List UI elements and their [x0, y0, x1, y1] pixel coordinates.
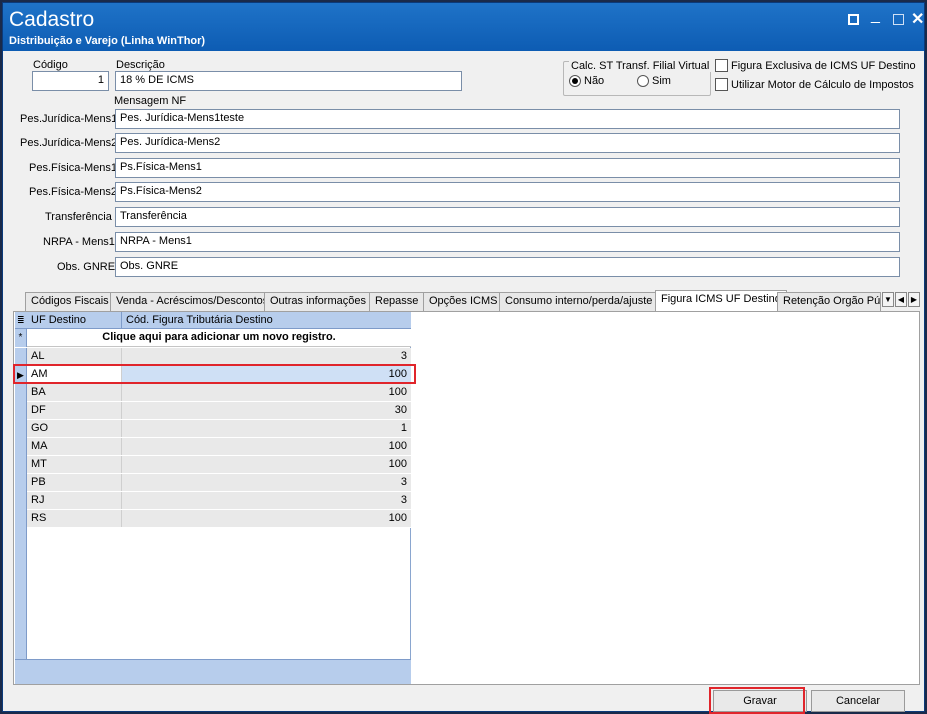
cell-uf[interactable]: BA	[27, 384, 122, 401]
field-label-pj-mens2: Pes.Jurídica-Mens2	[20, 137, 118, 149]
cell-uf[interactable]: RS	[27, 510, 122, 527]
figura-exclusiva-checkbox[interactable]	[715, 59, 728, 72]
table-row[interactable]: MT 100	[15, 456, 411, 474]
table-row[interactable]: BA 100	[15, 384, 411, 402]
tab-dropdown-icon[interactable]: ▼	[882, 292, 894, 307]
cadastro-window: Cadastro Distribuição e Varejo (Linha Wi…	[2, 2, 925, 714]
cell-cod[interactable]: 3	[122, 474, 411, 491]
tab-retencao-orgao-publico[interactable]: Retenção Orgão Públ	[777, 292, 881, 311]
tab-opcoes-icms[interactable]: Opções ICMS	[423, 292, 504, 311]
row-indicator-empty	[15, 528, 27, 659]
field-input-pj-mens2[interactable]: Pes. Jurídica-Mens2	[115, 133, 900, 153]
mensagem-nf-label: Mensagem NF	[114, 95, 187, 107]
grid-columns-icon[interactable]: ≣	[15, 312, 27, 329]
grid-header: ≣ UF Destino Cód. Figura Tributária Dest…	[15, 312, 411, 329]
cell-uf[interactable]: AL	[27, 348, 122, 365]
radio-nao-label: Não	[584, 75, 605, 87]
window-subtitle: Distribuição e Varejo (Linha WinThor)	[9, 35, 206, 47]
radio-sim-label: Sim	[652, 75, 671, 87]
selected-row-highlight	[13, 364, 416, 384]
row-indicator	[15, 438, 27, 456]
cell-cod[interactable]: 100	[122, 384, 411, 401]
cell-cod[interactable]: 3	[122, 348, 411, 365]
col-header-cod[interactable]: Cód. Figura Tributária Destino	[122, 312, 411, 329]
table-row[interactable]: MA 100	[15, 438, 411, 456]
maximize-icon[interactable]	[893, 14, 904, 25]
cell-cod[interactable]: 1	[122, 420, 411, 437]
cell-uf[interactable]: MA	[27, 438, 122, 455]
field-label-obs-gnre: Obs. GNRE	[57, 261, 116, 273]
close-icon[interactable]: ✕	[911, 9, 924, 29]
descricao-label: Descrição	[116, 59, 165, 71]
restore-icon[interactable]	[848, 14, 859, 25]
cell-uf[interactable]: DF	[27, 402, 122, 419]
table-row[interactable]: RJ 3	[15, 492, 411, 510]
table-row[interactable]: DF 30	[15, 402, 411, 420]
new-row-asterisk-icon: *	[15, 329, 27, 347]
field-label-nrpa: NRPA - Mens1	[43, 236, 115, 248]
tab-scroll-right-icon[interactable]: ▶	[908, 292, 920, 307]
row-indicator	[15, 402, 27, 420]
motor-calculo-label: Utilizar Motor de Cálculo de Impostos	[731, 79, 914, 91]
gravar-button-highlight	[709, 687, 805, 714]
window-title: Cadastro	[9, 8, 95, 31]
cell-uf[interactable]: GO	[27, 420, 122, 437]
row-indicator	[15, 492, 27, 510]
radio-sim[interactable]	[637, 75, 649, 87]
codigo-label: Código	[33, 59, 68, 71]
figura-exclusiva-label: Figura Exclusiva de ICMS UF Destino	[731, 60, 916, 72]
calc-st-label: Calc. ST Transf. Filial Virtual	[569, 60, 712, 72]
add-row-text[interactable]: Clique aqui para adicionar um novo regis…	[27, 329, 411, 346]
tab-repasse[interactable]: Repasse	[369, 292, 425, 311]
row-indicator	[15, 456, 27, 474]
row-indicator	[15, 420, 27, 438]
field-input-pj-mens1[interactable]: Pes. Jurídica-Mens1teste	[115, 109, 900, 129]
row-indicator	[15, 474, 27, 492]
tab-outras-informacoes[interactable]: Outras informações	[264, 292, 372, 311]
tab-scroll-left-icon[interactable]: ◀	[895, 292, 907, 307]
col-header-uf[interactable]: UF Destino	[27, 312, 122, 329]
tab-figura-icms-uf-destino[interactable]: Figura ICMS UF Destino	[655, 290, 787, 312]
minimize-icon[interactable]: _	[871, 7, 880, 25]
tab-codigos-fiscais[interactable]: Códigos Fiscais	[25, 292, 115, 311]
field-input-nrpa[interactable]: NRPA - Mens1	[115, 232, 900, 252]
field-label-transferencia: Transferência	[45, 211, 112, 223]
motor-calculo-checkbox[interactable]	[715, 78, 728, 91]
cell-cod[interactable]: 30	[122, 402, 411, 419]
cell-cod[interactable]: 100	[122, 456, 411, 473]
field-input-obs-gnre[interactable]: Obs. GNRE	[115, 257, 900, 277]
grid-footer	[15, 659, 411, 684]
table-row[interactable]: PB 3	[15, 474, 411, 492]
field-label-pf-mens2: Pes.Física-Mens2	[29, 186, 118, 198]
field-input-pf-mens1[interactable]: Ps.Física-Mens1	[115, 158, 900, 178]
cell-uf[interactable]: RJ	[27, 492, 122, 509]
tab-consumo-interno[interactable]: Consumo interno/perda/ajuste	[499, 292, 659, 311]
field-input-pf-mens2[interactable]: Ps.Física-Mens2	[115, 182, 900, 202]
table-row[interactable]: GO 1	[15, 420, 411, 438]
field-label-pj-mens1: Pes.Jurídica-Mens1	[20, 113, 118, 125]
descricao-input[interactable]: 18 % DE ICMS	[115, 71, 462, 91]
cell-cod[interactable]: 100	[122, 510, 411, 527]
cell-uf[interactable]: PB	[27, 474, 122, 491]
cell-cod[interactable]: 100	[122, 438, 411, 455]
new-row[interactable]: * Clique aqui para adicionar um novo reg…	[15, 329, 411, 347]
cell-cod[interactable]: 3	[122, 492, 411, 509]
tab-strip: Códigos Fiscais Venda - Acréscimos/Desco…	[13, 290, 920, 312]
row-indicator	[15, 384, 27, 402]
tab-venda-acrescimos[interactable]: Venda - Acréscimos/Descontos	[110, 292, 275, 311]
table-row[interactable]: RS 100	[15, 510, 411, 528]
codigo-input[interactable]: 1	[32, 71, 109, 91]
field-label-pf-mens1: Pes.Física-Mens1	[29, 162, 118, 174]
cell-uf[interactable]: MT	[27, 456, 122, 473]
field-input-transferencia[interactable]: Transferência	[115, 207, 900, 227]
row-indicator	[15, 510, 27, 528]
cancelar-button[interactable]: Cancelar	[811, 690, 905, 712]
radio-nao[interactable]	[569, 75, 581, 87]
title-bar: Cadastro Distribuição e Varejo (Linha Wi…	[3, 3, 924, 51]
